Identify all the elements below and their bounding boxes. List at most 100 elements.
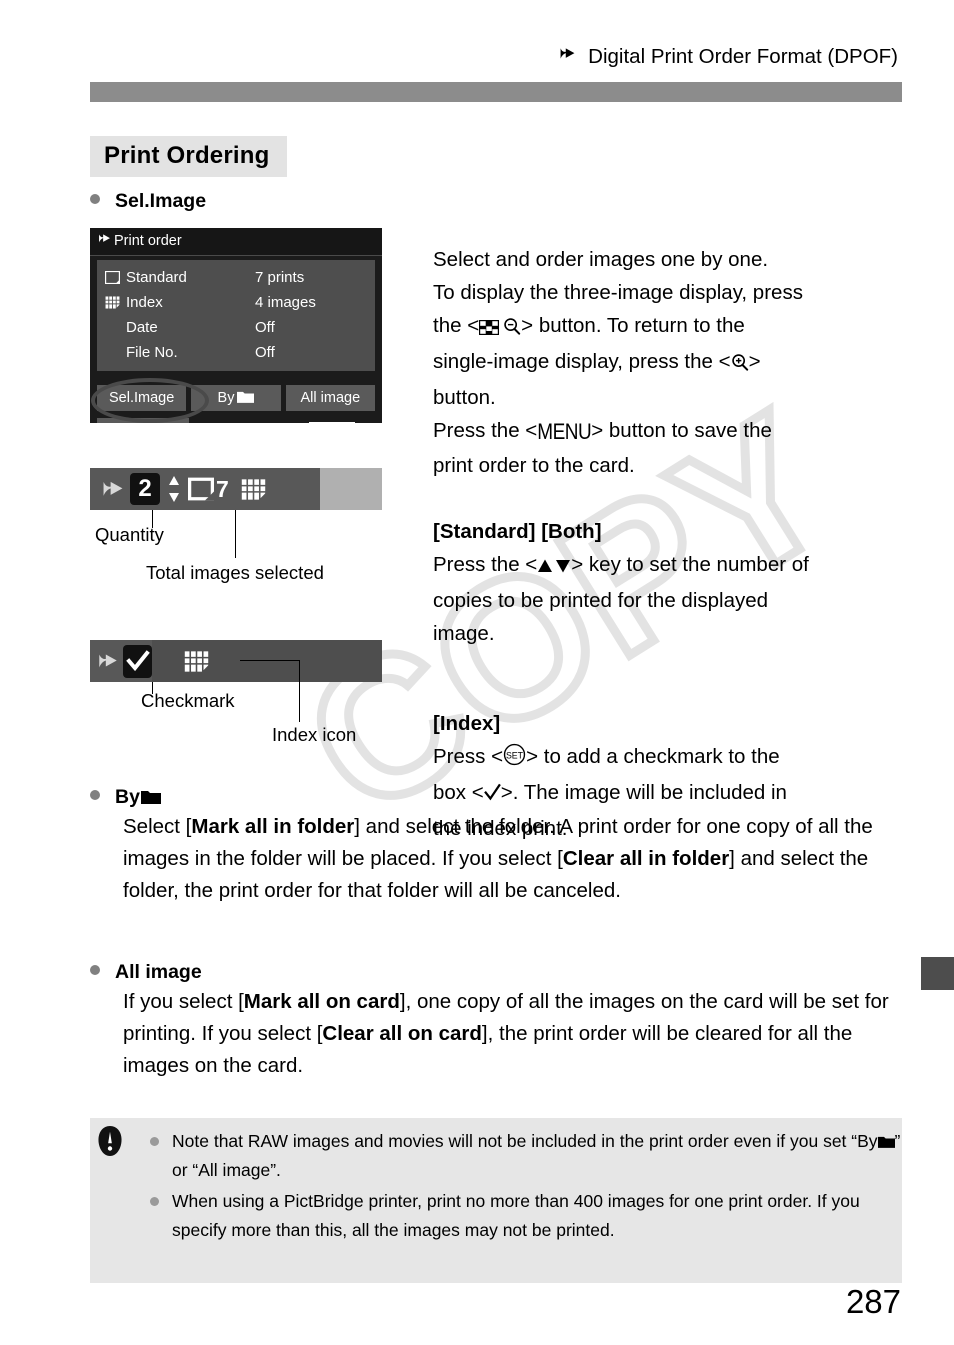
all-image-bold-2: Clear all on card — [322, 1022, 482, 1045]
para-line-3: the < > button. To return to the — [433, 309, 903, 345]
up-down-arrow-icon — [167, 474, 181, 504]
para-line-2: To display the three-image display, pres… — [433, 276, 903, 309]
index-line-1b: > to add a checkmark to the — [526, 745, 780, 768]
bullet-heading-sel-image: Sel.Image — [90, 190, 206, 213]
para-line-2b: the < — [433, 314, 480, 337]
index-line-1a: Press < — [433, 745, 504, 768]
all-image-body: If you select [Mark all on card], one co… — [123, 986, 902, 1082]
by-folder-label: By — [115, 786, 140, 808]
lcd-button-set-up[interactable]: Set up — [97, 418, 189, 423]
quantity-value: 2 — [130, 473, 160, 505]
section-by-folder: By Select [Mark all in folder] and selec… — [90, 786, 902, 907]
menu-chip-label: MENU — [309, 421, 355, 423]
lcd-checkmark-strip — [90, 640, 382, 682]
caption-total-images-selected: Total images selected — [146, 562, 324, 583]
para-line-4: single-image display, press the < > — [433, 345, 903, 381]
subheading-index: [Index] — [433, 712, 501, 735]
magnify-plus-icon — [731, 348, 749, 381]
lcd-button-sel-image[interactable]: Sel.Image — [97, 385, 187, 411]
lcd-label-file-no: File No. — [126, 344, 178, 361]
caption-quantity: Quantity — [95, 524, 164, 545]
up-down-key-icon — [537, 551, 571, 584]
bullet-heading-by-folder: By — [90, 786, 902, 809]
caution-note-box: Note that RAW images and movies will not… — [90, 1118, 902, 1283]
index-line-1: Press < SET > to add a checkmark to the — [433, 740, 903, 776]
page-number: 287 — [845, 1283, 901, 1320]
page-edge-tab-marker — [921, 957, 954, 990]
playback-icon — [100, 476, 126, 502]
lcd-quantity-strip: 2 7 — [90, 468, 382, 510]
lcd-row-file-no: File No. Off — [105, 340, 367, 365]
header-title: Digital Print Order Format (DPOF) — [588, 44, 898, 68]
leader-line-total-images — [235, 510, 237, 558]
standard-both-line-2: copies to be printed for the displayed — [433, 589, 769, 612]
leader-line-index-icon — [299, 660, 301, 722]
by-folder-bold-2: Clear all in folder — [562, 847, 730, 870]
note-item-text-pre: Note that RAW images and movies will not… — [172, 1131, 878, 1151]
bullet-dot-icon — [150, 1137, 159, 1146]
header-rule-bar — [90, 82, 902, 102]
lcd-label-standard: Standard — [126, 269, 187, 286]
set-key-icon: SET — [503, 743, 526, 776]
lcd-button-by-folder[interactable]: By — [191, 385, 281, 411]
lcd-button-row: Sel.Image By All image — [97, 385, 375, 411]
note-list: Note that RAW images and movies will not… — [90, 1118, 902, 1245]
page-header: Digital Print Order Format (DPOF) — [0, 44, 954, 78]
bullet-dot-icon — [90, 194, 100, 204]
lcd-menu-return-hint: MENU — [309, 421, 375, 424]
para-line-6: Press the <MENU> button to save the — [433, 414, 903, 449]
by-folder-body: Select [Mark all in folder] and select t… — [123, 811, 902, 907]
folder-icon — [140, 787, 161, 804]
para-line-3a: single-image display, press the < — [433, 350, 731, 373]
return-arrow-icon — [359, 422, 375, 424]
folder-icon — [237, 386, 255, 403]
lcd-title-text: Print order — [114, 233, 182, 249]
index-display-icon — [479, 312, 500, 345]
para-line-3b: > — [748, 350, 761, 373]
all-image-pre: If you select [ — [123, 990, 244, 1013]
caption-checkmark: Checkmark — [141, 690, 235, 711]
lcd-label-date: Date — [126, 319, 158, 336]
lcd-value-file-no: Off — [255, 344, 275, 361]
all-image-label: All image — [115, 961, 202, 983]
subheading-standard-both: [Standard] [Both] — [433, 520, 602, 543]
menu-key-glyph: MENU — [537, 420, 592, 445]
sel-image-label: Sel.Image — [115, 190, 207, 212]
lcd-value-date: Off — [255, 319, 275, 336]
lcd-row-date: Date Off — [105, 315, 367, 340]
section-all-image: All image If you select [Mark all on car… — [90, 961, 902, 1082]
bullet-dot-icon — [90, 790, 100, 800]
lcd-row-index: Index 4 images — [105, 290, 367, 315]
bullet-heading-all-image: All image — [90, 961, 902, 984]
caution-exclamation-icon — [96, 1126, 124, 1156]
caption-index-icon: Index icon — [272, 724, 357, 745]
lcd-print-order-screen: Print order Standard 7 prints Index 4 im… — [90, 228, 382, 423]
note-item: Note that RAW images and movies will not… — [146, 1118, 902, 1185]
by-folder-pre: Select [ — [123, 815, 192, 838]
para-line-7: print order to the card. — [433, 454, 635, 477]
standard-both-line-1: Press the < > key to set the number of — [433, 548, 903, 584]
svg-text:SET: SET — [506, 750, 524, 760]
standard-print-icon — [104, 270, 121, 285]
standard-both-line-1a: Press the < — [433, 553, 538, 576]
bullet-dot-icon — [150, 1197, 159, 1206]
folder-icon — [877, 1128, 895, 1148]
lcd-setup-row: Set up MENU — [97, 418, 375, 423]
lcd-title-bar: Print order — [90, 228, 382, 256]
para-line-2c: > button. To return to the — [521, 314, 745, 337]
lcd-value-index: 4 images — [255, 294, 316, 311]
total-images-value: 7 — [216, 475, 229, 502]
lcd-button-all-image[interactable]: All image — [285, 385, 375, 411]
standard-both-line-3: image. — [433, 622, 495, 645]
para-line-1: Select and order images one by one. — [433, 248, 769, 271]
para-line-5b: > button to save the — [591, 419, 772, 442]
lcd-row-standard: Standard 7 prints — [104, 265, 367, 290]
page-title: Print Ordering — [90, 136, 288, 177]
lcd-value-standard: 7 prints — [255, 269, 305, 286]
note-item: When using a PictBridge printer, print n… — [146, 1187, 902, 1245]
playback-icon — [97, 229, 112, 243]
by-folder-bold-1: Mark all in folder — [191, 815, 355, 838]
all-image-bold-1: Mark all on card — [243, 990, 400, 1013]
checkmark-icon — [123, 644, 152, 678]
playback-icon — [96, 649, 120, 673]
